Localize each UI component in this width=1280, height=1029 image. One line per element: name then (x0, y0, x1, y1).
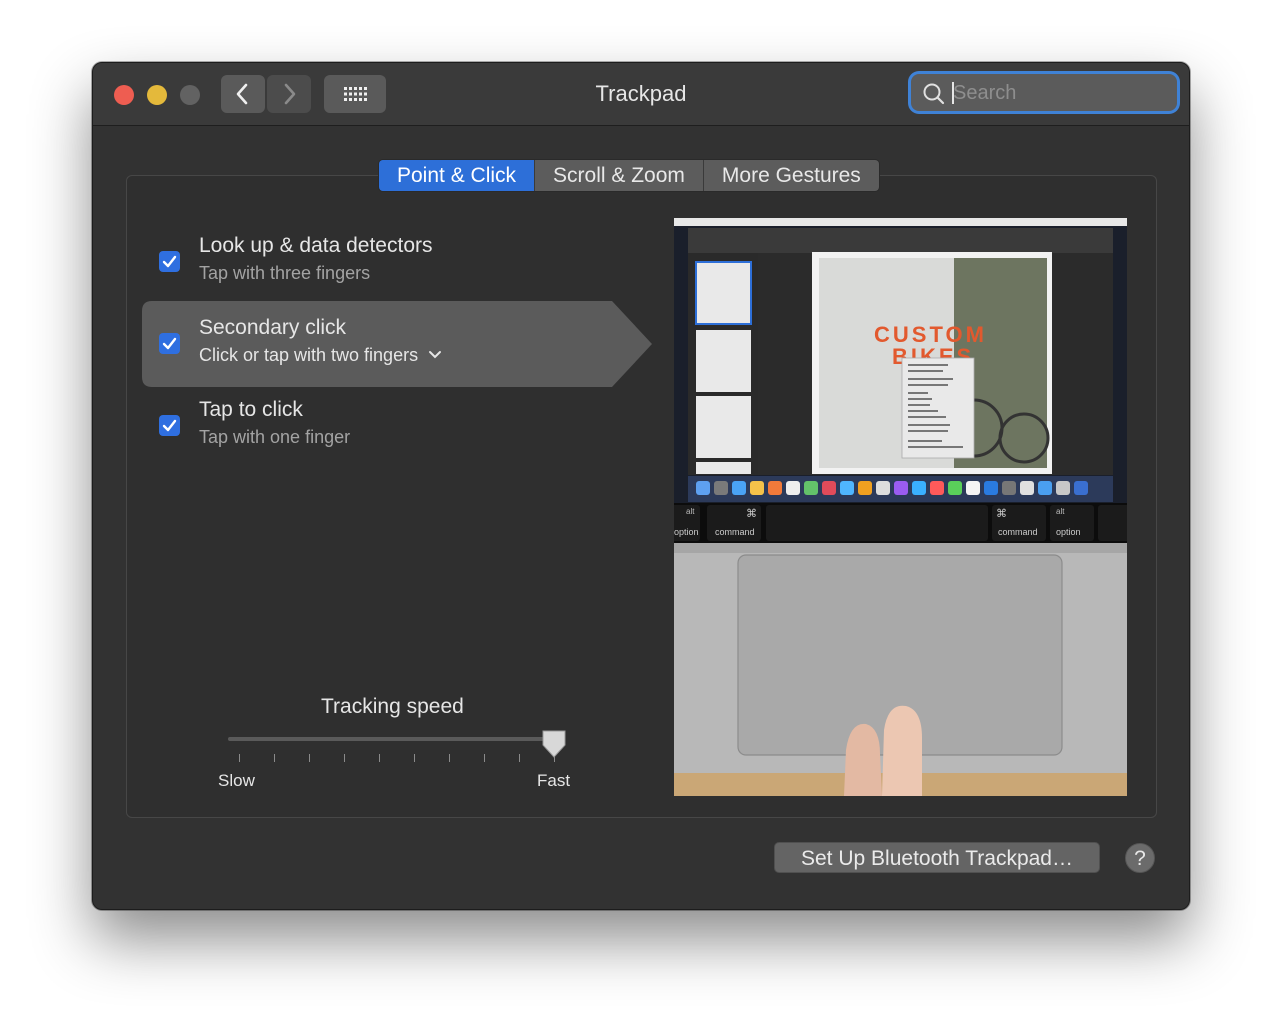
dock-app-icon (732, 481, 746, 495)
dock-app-icon (768, 481, 782, 495)
dock-app-icon (1056, 481, 1070, 495)
dock-app-icon (1074, 481, 1088, 495)
search-input[interactable] (951, 78, 1170, 108)
tracking-speed-slider[interactable] (228, 737, 554, 741)
svg-text:alt: alt (1056, 507, 1065, 516)
selected-row-highlight (142, 301, 652, 387)
help-button[interactable]: ? (1125, 843, 1155, 873)
dock-app-icon (1002, 481, 1016, 495)
dock-app-icon (786, 481, 800, 495)
slider-tick (239, 754, 240, 762)
text-caret (952, 82, 954, 104)
tab-bar: Point & Click Scroll & Zoom More Gesture… (378, 159, 880, 192)
preferences-window: Trackpad Point & Click Scroll & Zoom Mor… (92, 62, 1190, 910)
dock-app-icon (804, 481, 818, 495)
tab-scroll-zoom[interactable]: Scroll & Zoom (535, 160, 704, 191)
dock-app-icon (714, 481, 728, 495)
tracking-speed-label: Tracking speed (321, 695, 464, 718)
slider-tick (484, 754, 485, 762)
search-icon (923, 83, 945, 105)
svg-text:alt: alt (686, 507, 695, 516)
gesture-preview-video: CUSTOM BIKES alt option ⌘ command ⌘ comm… (674, 218, 1127, 796)
chevron-down-icon (429, 351, 442, 359)
dock-app-icon (966, 481, 980, 495)
svg-text:⌘: ⌘ (996, 507, 1007, 520)
slider-min-label: Slow (218, 771, 255, 790)
slider-tick (414, 754, 415, 762)
lookup-label: Look up & data detectors (199, 234, 433, 257)
slider-tick (449, 754, 450, 762)
svg-text:command: command (715, 527, 755, 537)
dock-app-icon (912, 481, 926, 495)
secondary-click-dropdown[interactable]: Click or tap with two fingers (199, 345, 443, 366)
secondary-click-label: Secondary click (199, 316, 347, 339)
slider-max-label: Fast (537, 771, 571, 790)
dock-app-icon (822, 481, 836, 495)
svg-text:command: command (998, 527, 1038, 537)
tap-to-click-sublabel: Tap with one finger (199, 427, 351, 447)
dock-app-icon (840, 481, 854, 495)
dock-app-icon (750, 481, 764, 495)
slider-tick (379, 754, 380, 762)
secondary-click-checkbox[interactable] (159, 333, 180, 354)
slider-tick (274, 754, 275, 762)
dock-app-icon (876, 481, 890, 495)
svg-text:option: option (674, 527, 699, 537)
tab-more-gestures[interactable]: More Gestures (703, 160, 879, 191)
dock-app-icon (948, 481, 962, 495)
tab-point-click[interactable]: Point & Click (379, 160, 536, 191)
dock-app-icon (1020, 481, 1034, 495)
lookup-sublabel: Tap with three fingers (199, 263, 371, 283)
checkmark-icon (162, 337, 177, 350)
secondary-click-sublabel: Click or tap with two fingers (199, 345, 419, 365)
slider-tick (519, 754, 520, 762)
slider-tick (344, 754, 345, 762)
dock-app-icon (894, 481, 908, 495)
tap-to-click-checkbox[interactable] (159, 415, 180, 436)
dock-app-icon (984, 481, 998, 495)
dock-app-icon (858, 481, 872, 495)
dock-app-icon (696, 481, 710, 495)
search-field[interactable] (911, 74, 1177, 111)
checkmark-icon (162, 255, 177, 268)
dock-app-icon (1038, 481, 1052, 495)
tap-to-click-label: Tap to click (199, 398, 303, 421)
lookup-checkbox[interactable] (159, 251, 180, 272)
setup-bluetooth-trackpad-button[interactable]: Set Up Bluetooth Trackpad… (774, 842, 1100, 873)
dock-app-icon (930, 481, 944, 495)
svg-text:⌘: ⌘ (746, 507, 757, 520)
preview-illustration: CUSTOM BIKES alt option ⌘ command ⌘ comm… (674, 218, 1127, 796)
slider-tick (309, 754, 310, 762)
checkmark-icon (162, 419, 177, 432)
svg-text:option: option (1056, 527, 1081, 537)
title-bar: Trackpad (93, 63, 1189, 126)
slider-knob[interactable] (541, 729, 567, 759)
